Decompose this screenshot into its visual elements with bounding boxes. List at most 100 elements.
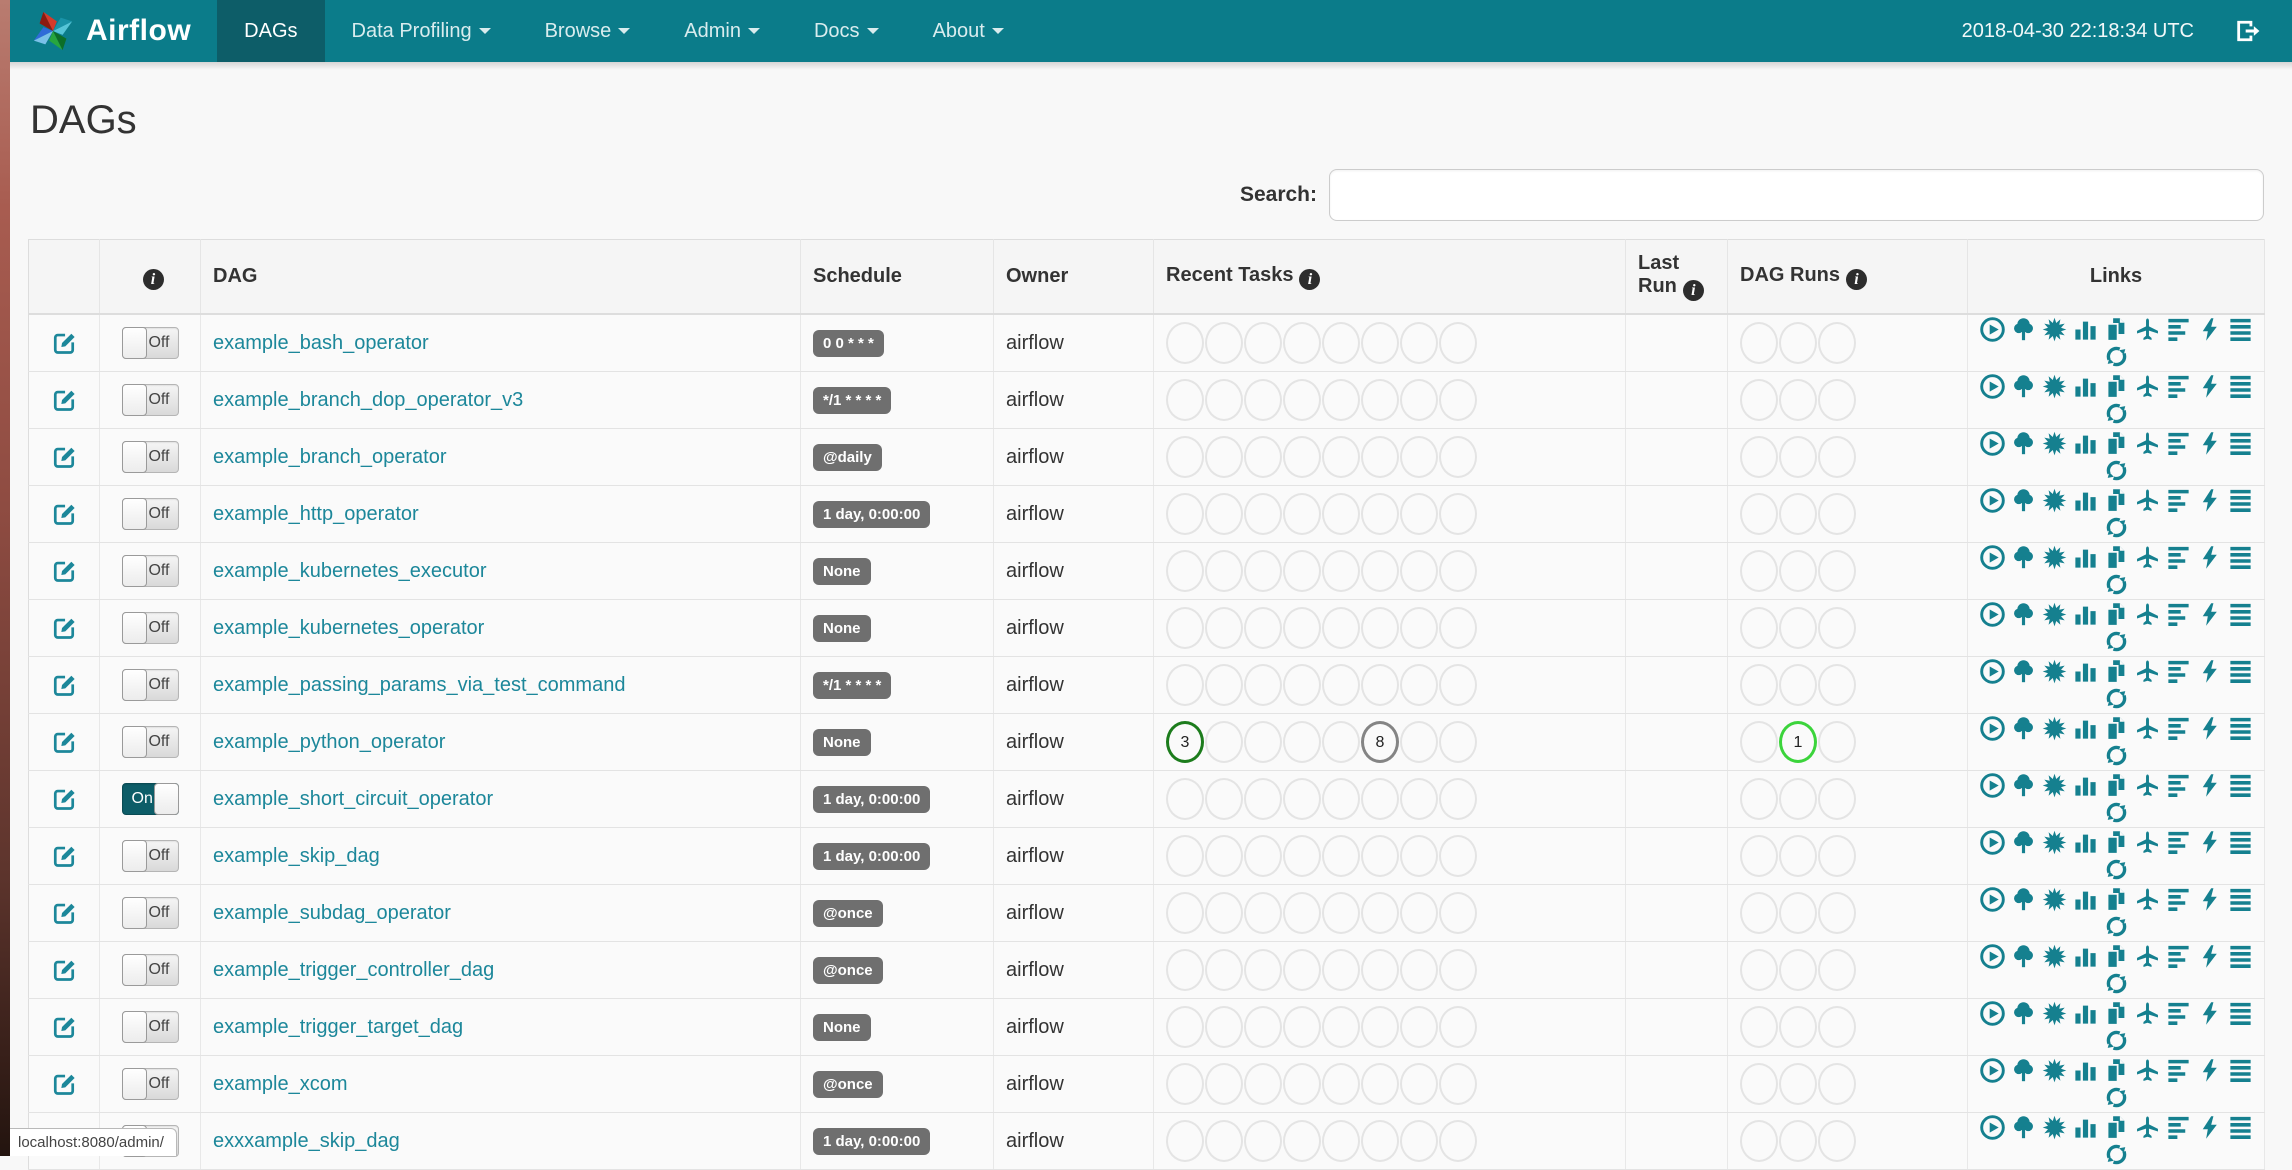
- task-state-circle[interactable]: [1283, 379, 1321, 421]
- dag-run-circle[interactable]: [1818, 379, 1856, 421]
- tree-icon[interactable]: [2010, 943, 2037, 970]
- task-state-circle[interactable]: [1166, 436, 1204, 478]
- nav-item-admin[interactable]: Admin: [657, 0, 787, 62]
- code-icon[interactable]: [2196, 430, 2223, 457]
- tries-icon[interactable]: [2103, 658, 2130, 685]
- tree-icon[interactable]: [2010, 658, 2037, 685]
- task-state-circle[interactable]: [1244, 379, 1282, 421]
- duration-icon[interactable]: [2072, 601, 2099, 628]
- dag-run-circle[interactable]: [1818, 322, 1856, 364]
- task-state-circle[interactable]: [1244, 550, 1282, 592]
- edit-dag-icon[interactable]: [51, 501, 78, 528]
- dag-link[interactable]: example_kubernetes_executor: [213, 560, 487, 582]
- play-circle-icon[interactable]: [1979, 601, 2006, 628]
- code-icon[interactable]: [2196, 1000, 2223, 1027]
- dag-run-circle[interactable]: [1818, 892, 1856, 934]
- task-state-circle[interactable]: [1205, 379, 1243, 421]
- dag-run-circle[interactable]: [1779, 949, 1817, 991]
- play-circle-icon[interactable]: [1979, 1114, 2006, 1141]
- gantt-icon[interactable]: [2165, 715, 2192, 742]
- task-state-circle[interactable]: [1244, 778, 1282, 820]
- dag-link[interactable]: example_kubernetes_operator: [213, 617, 484, 639]
- refresh-icon[interactable]: [2103, 628, 2130, 655]
- tree-icon[interactable]: [2010, 487, 2037, 514]
- task-state-circle[interactable]: [1361, 835, 1399, 877]
- landing-times-icon[interactable]: [2134, 658, 2161, 685]
- play-circle-icon[interactable]: [1979, 772, 2006, 799]
- dag-pause-toggle[interactable]: On: [121, 783, 179, 815]
- task-state-circle[interactable]: [1166, 664, 1204, 706]
- airflow-brand[interactable]: Airflow: [0, 0, 217, 62]
- task-state-circle[interactable]: [1322, 1063, 1360, 1105]
- task-state-circle[interactable]: [1205, 892, 1243, 934]
- task-state-circle[interactable]: [1400, 379, 1438, 421]
- landing-times-icon[interactable]: [2134, 1114, 2161, 1141]
- task-state-circle[interactable]: [1283, 1063, 1321, 1105]
- tries-icon[interactable]: [2103, 544, 2130, 571]
- dag-link[interactable]: example_http_operator: [213, 503, 419, 525]
- edit-dag-icon[interactable]: [51, 444, 78, 471]
- play-circle-icon[interactable]: [1979, 316, 2006, 343]
- dag-run-circle[interactable]: [1779, 835, 1817, 877]
- dag-run-circle[interactable]: [1740, 550, 1778, 592]
- edit-dag-icon[interactable]: [51, 786, 78, 813]
- tree-icon[interactable]: [2010, 1057, 2037, 1084]
- dag-run-circle[interactable]: [1740, 664, 1778, 706]
- dag-run-circle[interactable]: [1740, 778, 1778, 820]
- task-state-circle[interactable]: [1361, 607, 1399, 649]
- play-circle-icon[interactable]: [1979, 1000, 2006, 1027]
- tree-icon[interactable]: [2010, 430, 2037, 457]
- task-state-circle[interactable]: [1283, 778, 1321, 820]
- dag-run-circle[interactable]: [1818, 1063, 1856, 1105]
- task-state-circle[interactable]: [1283, 664, 1321, 706]
- tree-icon[interactable]: [2010, 373, 2037, 400]
- refresh-icon[interactable]: [2103, 1141, 2130, 1168]
- task-state-circle[interactable]: 3: [1166, 721, 1204, 763]
- code-icon[interactable]: [2196, 1057, 2223, 1084]
- dag-run-circle[interactable]: [1779, 322, 1817, 364]
- gantt-icon[interactable]: [2165, 829, 2192, 856]
- task-state-circle[interactable]: 8: [1361, 721, 1399, 763]
- dag-run-circle[interactable]: [1740, 1006, 1778, 1048]
- code-icon[interactable]: [2196, 601, 2223, 628]
- gantt-icon[interactable]: [2165, 886, 2192, 913]
- gantt-icon[interactable]: [2165, 1057, 2192, 1084]
- task-state-circle[interactable]: [1400, 322, 1438, 364]
- task-state-circle[interactable]: [1244, 607, 1282, 649]
- code-icon[interactable]: [2196, 316, 2223, 343]
- dag-link[interactable]: example_passing_params_via_test_command: [213, 674, 625, 696]
- task-state-circle[interactable]: [1439, 721, 1477, 763]
- task-state-circle[interactable]: [1322, 436, 1360, 478]
- task-state-circle[interactable]: [1166, 1063, 1204, 1105]
- dag-link[interactable]: example_xcom: [213, 1073, 348, 1095]
- nav-item-about[interactable]: About: [906, 0, 1031, 62]
- task-state-circle[interactable]: [1244, 493, 1282, 535]
- duration-icon[interactable]: [2072, 658, 2099, 685]
- dag-run-circle[interactable]: [1740, 322, 1778, 364]
- task-state-circle[interactable]: [1322, 778, 1360, 820]
- dag-link[interactable]: example_skip_dag: [213, 845, 380, 867]
- dag-link[interactable]: example_trigger_target_dag: [213, 1016, 463, 1038]
- dag-run-circle[interactable]: [1818, 1006, 1856, 1048]
- graph-icon[interactable]: [2041, 601, 2068, 628]
- task-state-circle[interactable]: [1283, 949, 1321, 991]
- tries-icon[interactable]: [2103, 430, 2130, 457]
- graph-icon[interactable]: [2041, 772, 2068, 799]
- gantt-icon[interactable]: [2165, 943, 2192, 970]
- logs-icon[interactable]: [2227, 1114, 2254, 1141]
- refresh-icon[interactable]: [2103, 685, 2130, 712]
- play-circle-icon[interactable]: [1979, 829, 2006, 856]
- tree-icon[interactable]: [2010, 829, 2037, 856]
- gantt-icon[interactable]: [2165, 487, 2192, 514]
- graph-icon[interactable]: [2041, 544, 2068, 571]
- refresh-icon[interactable]: [2103, 571, 2130, 598]
- play-circle-icon[interactable]: [1979, 544, 2006, 571]
- tree-icon[interactable]: [2010, 772, 2037, 799]
- logs-icon[interactable]: [2227, 1000, 2254, 1027]
- dag-run-circle[interactable]: [1818, 721, 1856, 763]
- logs-icon[interactable]: [2227, 373, 2254, 400]
- code-icon[interactable]: [2196, 487, 2223, 514]
- duration-icon[interactable]: [2072, 373, 2099, 400]
- task-state-circle[interactable]: [1439, 1063, 1477, 1105]
- dag-run-circle[interactable]: [1779, 493, 1817, 535]
